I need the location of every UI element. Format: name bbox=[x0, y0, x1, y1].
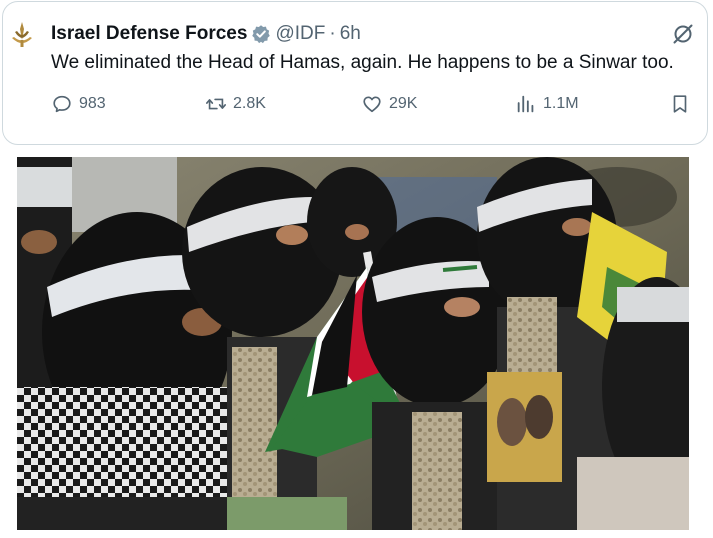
retweet-icon bbox=[206, 98, 226, 110]
reply-icon bbox=[53, 95, 71, 113]
like-button[interactable]: 29K bbox=[361, 93, 417, 115]
heart-icon bbox=[363, 96, 381, 113]
reply-button[interactable]: 983 bbox=[51, 93, 106, 115]
views-button[interactable]: 1.1M bbox=[515, 93, 579, 115]
bookmark-icon bbox=[673, 95, 687, 113]
tweet-photo[interactable] bbox=[17, 157, 689, 530]
idf-emblem-icon bbox=[4, 17, 40, 53]
timestamp[interactable]: 6h bbox=[340, 23, 361, 45]
author-name[interactable]: Israel Defense Forces bbox=[51, 23, 247, 45]
views-count: 1.1M bbox=[543, 95, 579, 112]
repost-button[interactable]: 2.8K bbox=[205, 93, 266, 115]
masked-militants-photo bbox=[17, 157, 689, 530]
verified-badge-icon bbox=[252, 25, 271, 44]
tweet-card[interactable]: Israel Defense Forces @IDF · 6h We elimi… bbox=[2, 1, 708, 145]
author-handle[interactable]: @IDF bbox=[275, 23, 325, 45]
tweet-actions: 983 2.8K 29K 1.1M bbox=[51, 93, 697, 121]
tweet-text: We eliminated the Head of Hamas, again. … bbox=[51, 52, 674, 73]
avatar[interactable] bbox=[3, 16, 41, 54]
repost-count: 2.8K bbox=[233, 95, 266, 112]
reply-count: 983 bbox=[79, 95, 106, 112]
separator-dot: · bbox=[329, 23, 336, 44]
tweet-header: Israel Defense Forces @IDF · 6h bbox=[51, 22, 361, 46]
like-count: 29K bbox=[389, 95, 418, 112]
grok-icon[interactable] bbox=[671, 22, 695, 46]
views-bar-chart-icon bbox=[517, 95, 534, 113]
bookmark-button[interactable] bbox=[669, 93, 691, 115]
